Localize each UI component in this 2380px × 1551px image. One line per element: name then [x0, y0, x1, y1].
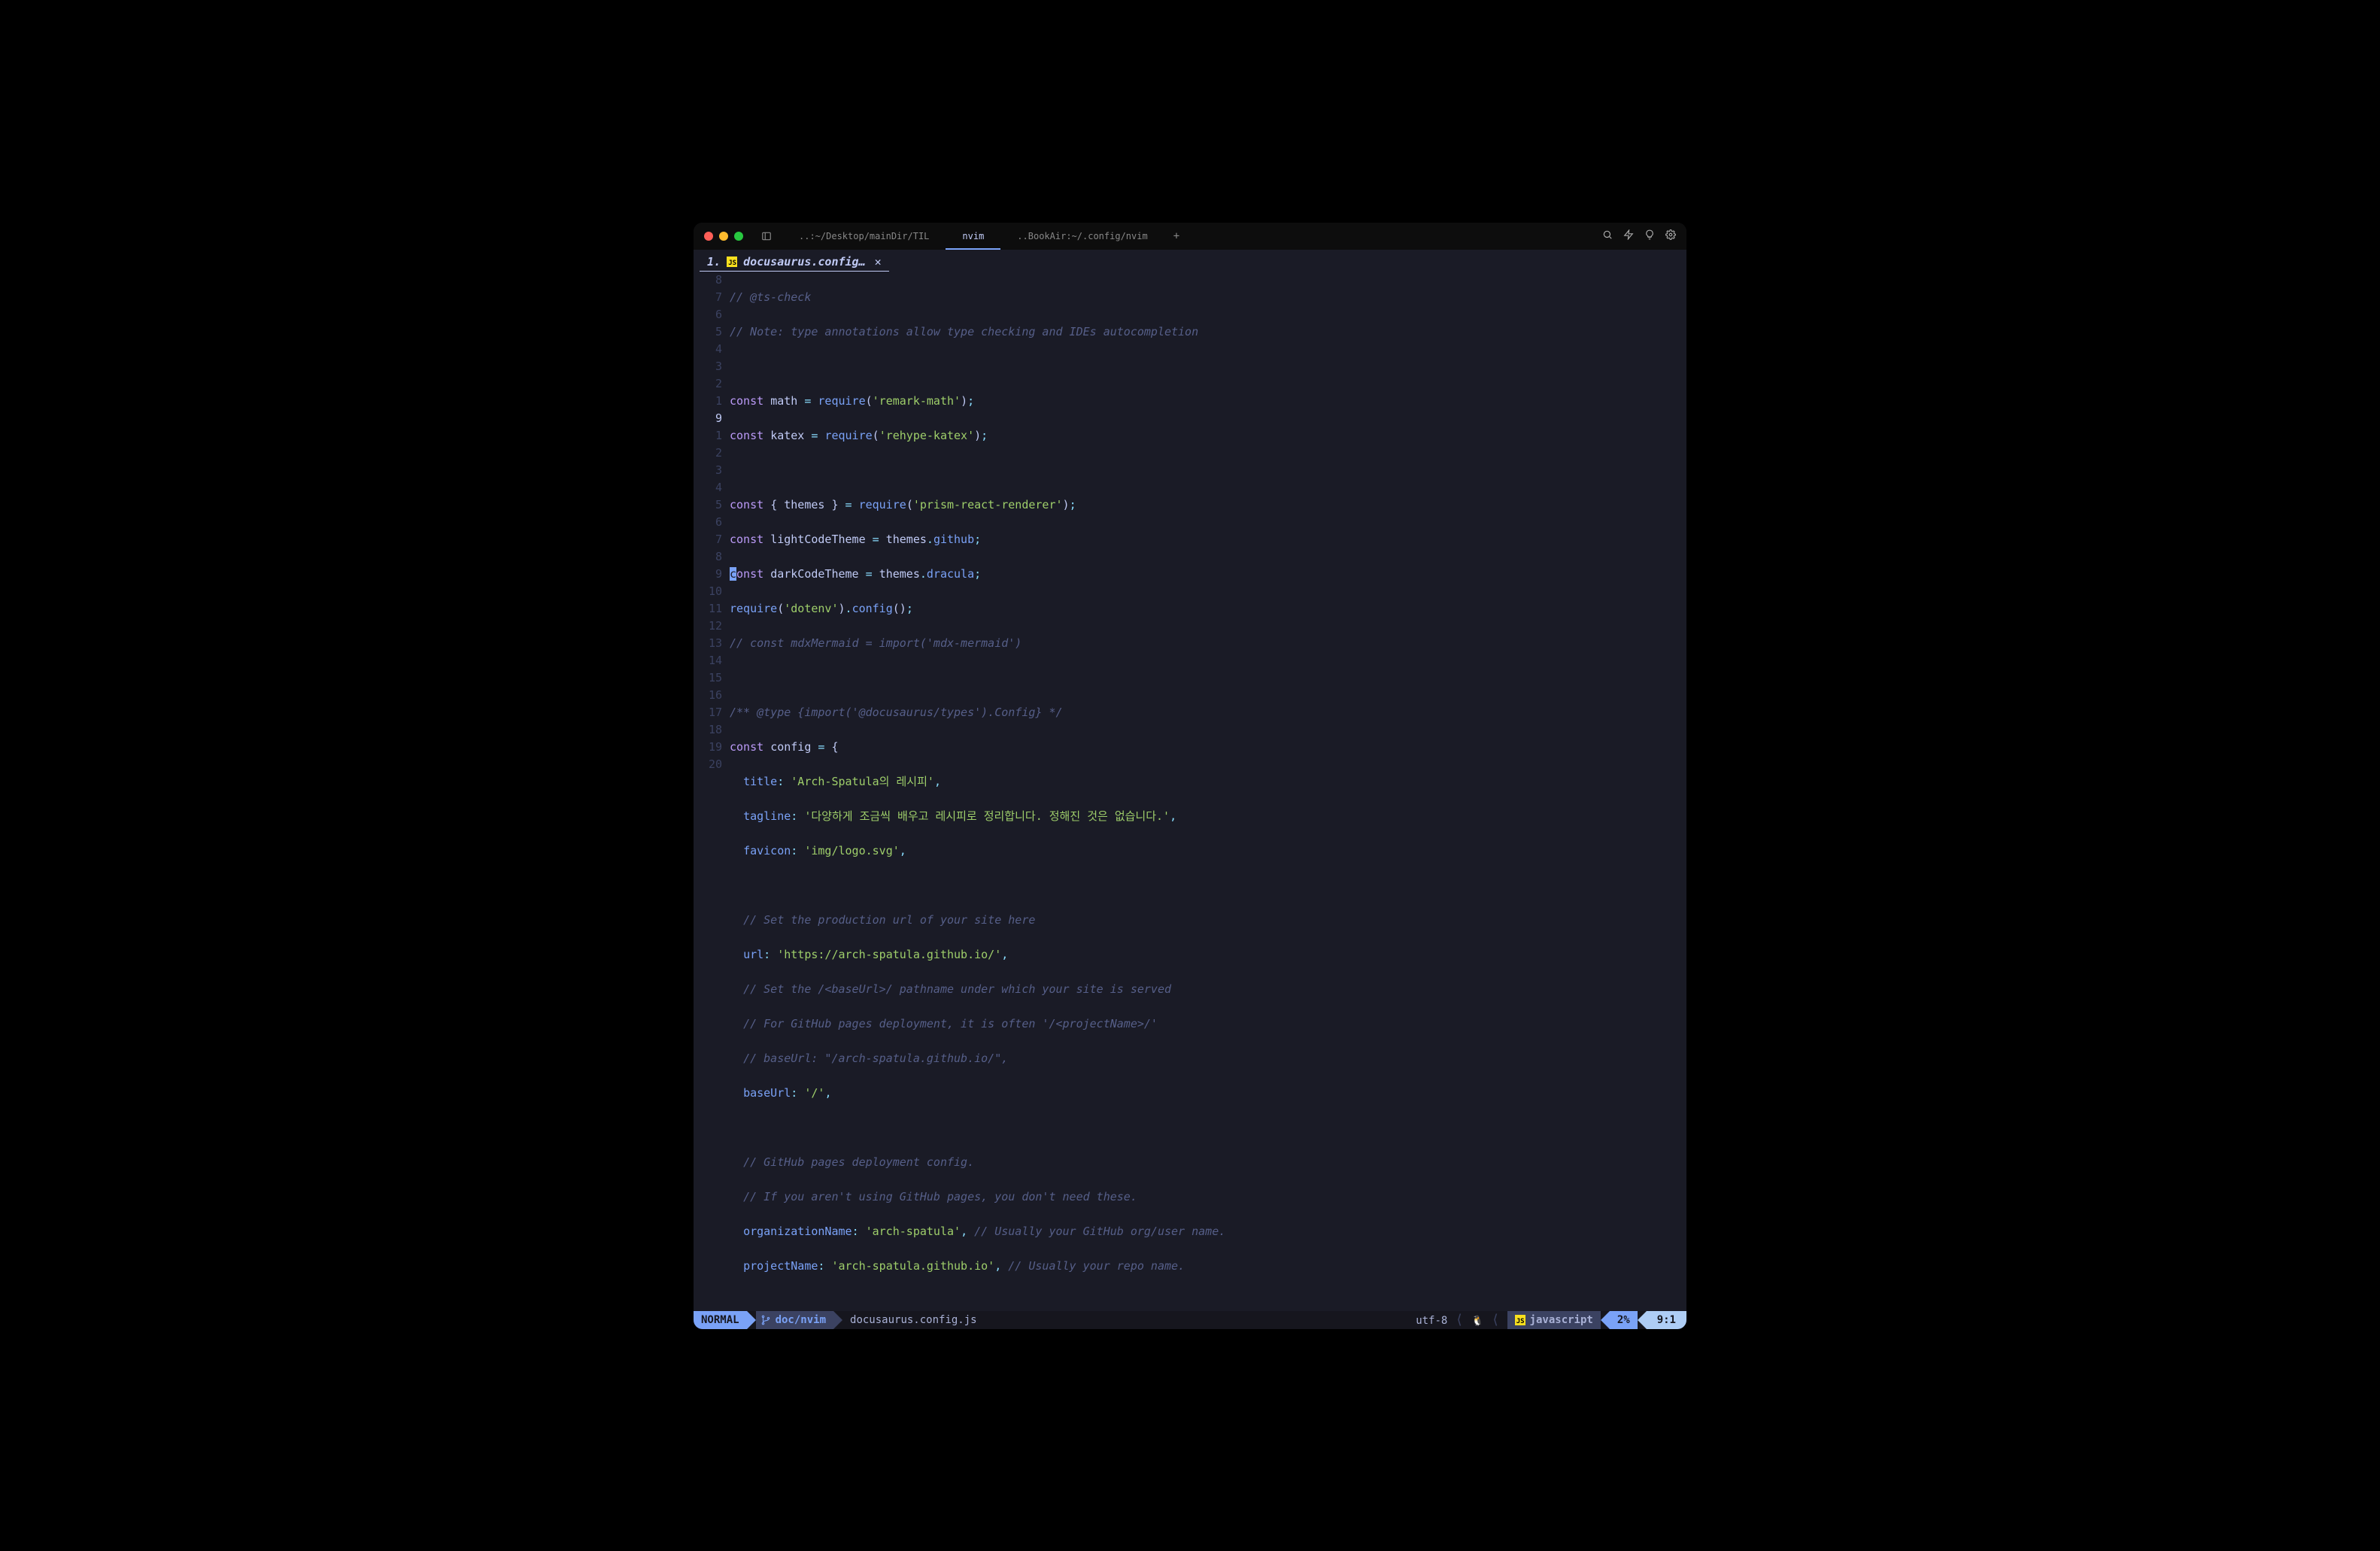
filetype-segment: JS javascript	[1507, 1311, 1601, 1329]
separator	[833, 1311, 842, 1329]
encoding: utf-8	[1416, 1315, 1447, 1327]
gear-icon[interactable]	[1665, 229, 1676, 243]
terminal-tab-3[interactable]: ..BookAir:~/.config/nvim	[1000, 223, 1164, 250]
separator	[1601, 1311, 1610, 1329]
vim-mode: NORMAL	[694, 1311, 747, 1329]
line-number: 18	[694, 721, 722, 739]
line-number: 20	[694, 756, 722, 773]
line-number: 8	[694, 272, 722, 289]
separator	[747, 1311, 756, 1329]
line-number-gutter: 8 7 6 5 4 3 2 1 9 1 2 3 4 5 6 7 8 9 10 1…	[694, 272, 730, 1310]
titlebar-right-icons	[1602, 229, 1676, 243]
git-branch-name: doc/nvim	[776, 1314, 826, 1326]
code-content: // @ts-check // Note: type annotations a…	[730, 272, 1686, 1310]
new-tab-button[interactable]: +	[1164, 230, 1188, 242]
buffer-filename: docusaurus.config…	[743, 255, 866, 269]
editor[interactable]: 8 7 6 5 4 3 2 1 9 1 2 3 4 5 6 7 8 9 10 1…	[694, 272, 1686, 1311]
titlebar: ..:~/Desktop/mainDir/TIL nvim ..BookAir:…	[694, 223, 1686, 250]
line-number: 4	[694, 341, 722, 358]
buffer-index: 1.	[707, 255, 721, 269]
line-number: 1	[694, 427, 722, 445]
line-number: 16	[694, 687, 722, 704]
line-number: 2	[694, 375, 722, 393]
terminal-tabs: ..:~/Desktop/mainDir/TIL nvim ..BookAir:…	[782, 223, 1188, 250]
buffer-tabline: 1. JS docusaurus.config… ✕	[694, 250, 1686, 272]
line-number: 15	[694, 669, 722, 687]
buffer-tab[interactable]: 1. JS docusaurus.config… ✕	[700, 253, 889, 272]
separator-angle: ⟨	[1490, 1312, 1501, 1328]
line-number: 13	[694, 635, 722, 652]
line-number: 8	[694, 548, 722, 566]
line-number: 14	[694, 652, 722, 669]
close-buffer-button[interactable]: ✕	[875, 255, 882, 269]
line-number: 6	[694, 306, 722, 323]
line-number: 19	[694, 739, 722, 756]
traffic-lights	[704, 232, 743, 241]
encoding-segment: utf-8 ⟨ 🐧 ⟨	[1410, 1312, 1507, 1328]
current-line-number: 9	[694, 410, 722, 427]
separator-angle: ⟨	[1454, 1312, 1465, 1328]
line-number: 6	[694, 514, 722, 531]
line-number: 3	[694, 358, 722, 375]
bolt-icon[interactable]	[1623, 229, 1634, 243]
line-number: 2	[694, 445, 722, 462]
line-number: 5	[694, 496, 722, 514]
tab-label: ..:~/Desktop/mainDir/TIL	[799, 231, 929, 241]
cursor: c	[730, 567, 736, 581]
terminal-tab-1[interactable]: ..:~/Desktop/mainDir/TIL	[782, 223, 946, 250]
minimize-window-button[interactable]	[719, 232, 728, 241]
line-number: 5	[694, 323, 722, 341]
git-branch-icon	[760, 1315, 771, 1325]
search-icon[interactable]	[1602, 229, 1613, 243]
javascript-icon: JS	[1515, 1315, 1525, 1325]
filetype: javascript	[1530, 1314, 1593, 1326]
line-number: 7	[694, 531, 722, 548]
terminal-tab-2[interactable]: nvim	[946, 223, 1000, 250]
git-branch-segment: doc/nvim	[756, 1311, 833, 1329]
line-number: 10	[694, 583, 722, 600]
statusline: NORMAL doc/nvim docusaurus.config.js utf…	[694, 1311, 1686, 1329]
scroll-percent: 2%	[1610, 1311, 1638, 1329]
cursor-position: 9:1	[1647, 1311, 1686, 1329]
maximize-window-button[interactable]	[734, 232, 743, 241]
statusline-filename: docusaurus.config.js	[842, 1311, 985, 1329]
close-window-button[interactable]	[704, 232, 713, 241]
line-number: 17	[694, 704, 722, 721]
terminal-window: ..:~/Desktop/mainDir/TIL nvim ..BookAir:…	[694, 223, 1686, 1329]
separator	[1638, 1311, 1647, 1329]
sidebar-toggle-icon[interactable]	[761, 231, 772, 241]
os-icon: 🐧	[1471, 1316, 1483, 1327]
line-number: 11	[694, 600, 722, 618]
tab-label: ..BookAir:~/.config/nvim	[1017, 231, 1147, 241]
lightbulb-icon[interactable]	[1644, 229, 1655, 243]
line-number: 12	[694, 618, 722, 635]
line-number: 9	[694, 566, 722, 583]
line-number: 4	[694, 479, 722, 496]
line-number: 3	[694, 462, 722, 479]
line-number: 1	[694, 393, 722, 410]
javascript-icon: JS	[727, 256, 737, 267]
line-number: 7	[694, 289, 722, 306]
tab-label: nvim	[962, 231, 984, 241]
